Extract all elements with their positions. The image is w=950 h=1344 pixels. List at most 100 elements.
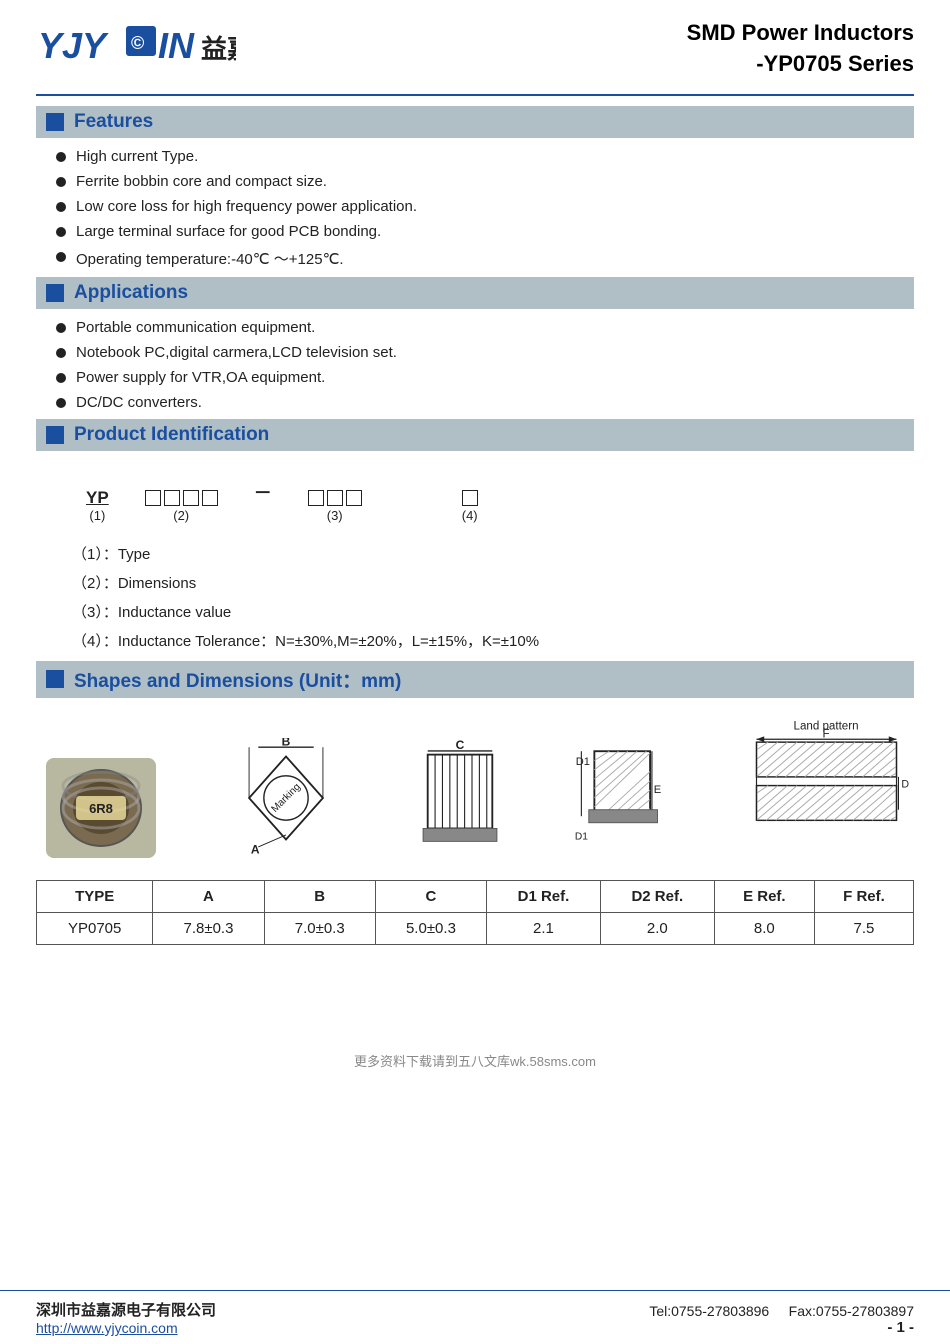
land-pattern-diagram: Land pattern F (744, 718, 904, 858)
watermark: 更多资料下载请到五八文库wk.58sms.com (36, 1045, 914, 1072)
list-item: Operating temperature:-40℃ ～+125℃. (56, 248, 914, 269)
pid-box (462, 490, 478, 506)
pid-boxes3 (308, 490, 362, 506)
features-blue-square (46, 113, 64, 131)
bullet-icon (56, 227, 66, 237)
svg-text:D2: D2 (901, 778, 909, 790)
svg-text:D1: D1 (574, 831, 587, 842)
svg-text:E: E (653, 784, 660, 796)
features-title: Features (74, 111, 153, 133)
applications-blue-square (46, 284, 64, 302)
bullet-icon (56, 202, 66, 212)
shapes-title: Shapes and Dimensions (Unit：mm) (74, 666, 401, 693)
list-item: DC/DC converters. (56, 394, 914, 411)
bullet-icon (56, 398, 66, 408)
pid-desc1: （1）：Type (72, 543, 914, 564)
svg-text:©: © (131, 33, 144, 53)
pid-box (183, 490, 199, 506)
land-pattern-svg: Land pattern F (744, 718, 909, 858)
dim-side-svg: D1 E (570, 728, 680, 858)
logo-box: YJY © IN 益嘉源 (36, 18, 236, 70)
list-item: Portable communication equipment. (56, 319, 914, 336)
list-item: Notebook PC,digital carmera,LCD televisi… (56, 344, 914, 361)
bullet-icon (56, 373, 66, 383)
list-item: Ferrite bobbin core and compact size. (56, 173, 914, 190)
pid-box (327, 490, 343, 506)
product-id-section-bar: Product Identification (36, 419, 914, 451)
dim-c-svg: C (415, 738, 505, 858)
header-divider (36, 94, 914, 96)
pid-part4: (4) (462, 490, 478, 523)
inductor-svg: 6R8 (46, 758, 156, 858)
pid-desc3: （3）：Inductance value (72, 601, 914, 622)
product-id-diagram: YP (1) (2) － (3) (36, 461, 914, 533)
title-line1: SMD Power Inductors (687, 18, 914, 49)
footer: 深圳市益嘉源电子有限公司 http://www.yjycoin.com Tel:… (0, 1290, 950, 1344)
dim-b-svg: B Marking A (226, 738, 346, 858)
pid-part3: (3) (308, 490, 362, 523)
svg-text:YJY: YJY (38, 25, 109, 66)
pid-yp-label: YP (86, 488, 109, 508)
cell-e: 8.0 (714, 912, 814, 944)
footer-page: - 1 - (887, 1319, 914, 1336)
col-d2: D2 Ref. (600, 880, 714, 912)
col-c: C (375, 880, 486, 912)
product-id-title: Product Identification (74, 424, 269, 446)
pid-desc4: （4）：Inductance Tolerance：N=±30%,M=±20%，L… (72, 630, 914, 651)
dim-b-diagram: B Marking A (226, 738, 346, 858)
footer-company: 深圳市益嘉源电子有限公司 (36, 1299, 216, 1320)
shapes-section-bar: Shapes and Dimensions (Unit：mm) (36, 661, 914, 698)
applications-list: Portable communication equipment. Notebo… (36, 319, 914, 411)
pid-box (202, 490, 218, 506)
list-item: Large terminal surface for good PCB bond… (56, 223, 914, 240)
list-item: High current Type. (56, 148, 914, 165)
pid-box (346, 490, 362, 506)
pid-boxes4 (462, 490, 478, 506)
pid-desc2: （2）：Dimensions (72, 572, 914, 593)
bullet-icon (56, 323, 66, 333)
svg-text:益嘉源: 益嘉源 (201, 35, 236, 64)
svg-text:D1: D1 (575, 756, 589, 768)
list-item: Low core loss for high frequency power a… (56, 198, 914, 215)
pid-num4: (4) (462, 508, 478, 523)
svg-text:Marking: Marking (269, 781, 302, 814)
table-header-row: TYPE A B C D1 Ref. D2 Ref. E Ref. F Ref. (37, 880, 914, 912)
cell-type: YP0705 (37, 912, 153, 944)
svg-text:F: F (822, 728, 829, 740)
dim-side-diagram: D1 E (575, 728, 675, 858)
logo-area: YJY © IN 益嘉源 (36, 18, 236, 70)
col-a: A (153, 880, 264, 912)
cell-d2: 2.0 (600, 912, 714, 944)
pid-num2: (2) (173, 508, 189, 523)
footer-right: Tel:0755-27803896 Fax:0755-27803897 - 1 … (649, 1303, 914, 1336)
cell-d1: 2.1 (487, 912, 601, 944)
bullet-icon (56, 177, 66, 187)
cell-f: 7.5 (814, 912, 913, 944)
table-row: YP0705 7.8±0.3 7.0±0.3 5.0±0.3 2.1 2.0 8… (37, 912, 914, 944)
footer-left: 深圳市益嘉源电子有限公司 http://www.yjycoin.com (36, 1299, 216, 1336)
footer-tel: Tel:0755-27803896 (649, 1303, 769, 1319)
features-list: High current Type. Ferrite bobbin core a… (36, 148, 914, 269)
svg-text:A: A (250, 842, 259, 856)
cell-c: 5.0±0.3 (375, 912, 486, 944)
svg-text:C: C (456, 738, 465, 752)
pid-box (145, 490, 161, 506)
cell-a: 7.8±0.3 (153, 912, 264, 944)
logo-svg: YJY © IN 益嘉源 (36, 18, 236, 70)
col-b: B (264, 880, 375, 912)
product-id-blue-square (46, 426, 64, 444)
footer-url[interactable]: http://www.yjycoin.com (36, 1320, 216, 1336)
bullet-icon (56, 348, 66, 358)
list-item: Power supply for VTR,OA equipment. (56, 369, 914, 386)
pid-part2: (2) (145, 490, 218, 523)
inductor-photo: 6R8 (46, 758, 156, 858)
dim-c-diagram: C (415, 738, 505, 858)
pid-dash: － (254, 479, 272, 523)
shapes-blue-square (46, 670, 64, 688)
pid-num3: (3) (327, 508, 343, 523)
col-e: E Ref. (714, 880, 814, 912)
title-line2: -YP0705 Series (687, 49, 914, 80)
applications-section-bar: Applications (36, 277, 914, 309)
svg-text:B: B (281, 738, 290, 748)
features-section-bar: Features (36, 106, 914, 138)
